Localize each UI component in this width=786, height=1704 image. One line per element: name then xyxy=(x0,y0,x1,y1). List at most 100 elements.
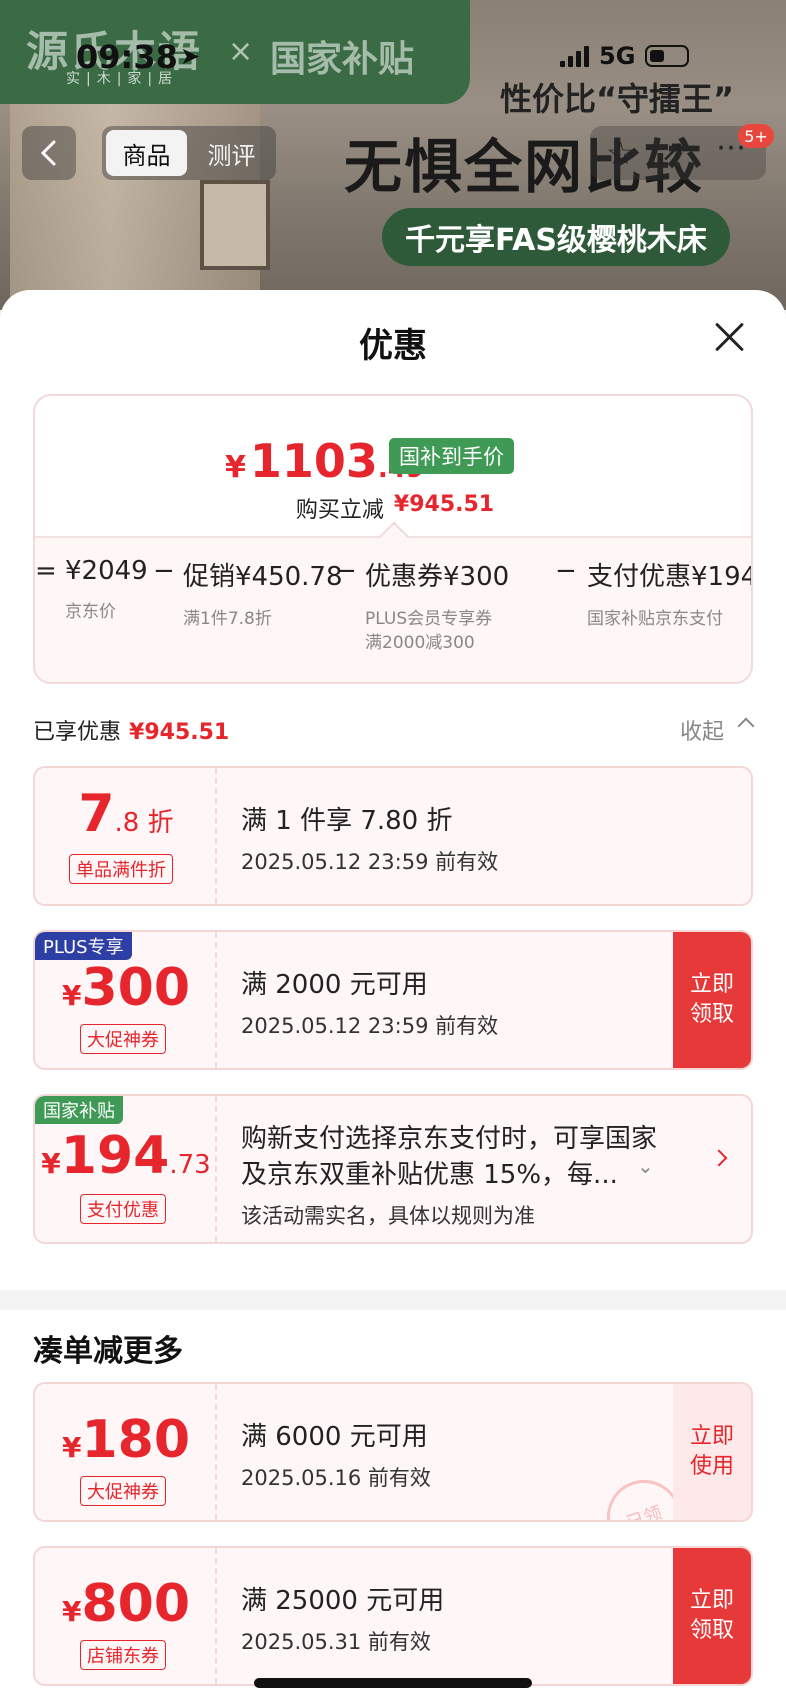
use-button-line: 使用 xyxy=(689,1454,734,1479)
final-price-integer: 1103 xyxy=(249,434,378,488)
save-label: 购买立减 xyxy=(295,498,384,523)
save-amount: ¥945.51 xyxy=(393,492,495,517)
more-discount-title: 凑单减更多 xyxy=(33,1334,183,1369)
location-arrow-icon: ➤ xyxy=(180,42,201,70)
coupon-amount-small: .8 折 xyxy=(114,808,174,838)
coupon-amount: ¥180 xyxy=(35,1410,217,1470)
coupon-validity: 2025.05.12 23:59 前有效 xyxy=(241,1014,499,1038)
breakdown-main: ¥2049 xyxy=(65,556,148,586)
status-indicators: 5G xyxy=(560,42,690,70)
coupon-validity: 2025.05.16 前有效 xyxy=(241,1466,431,1490)
coupon-condition-line-1: 购新支付选择京东支付时，可享国家 xyxy=(241,1124,658,1154)
breakdown-sub-line: 满2000减300 xyxy=(365,633,475,653)
breakdown-item-jd-price: ¥2049 京东价 xyxy=(65,556,148,624)
status-time: 09:38 xyxy=(76,38,178,76)
coupon-amount: ¥300 xyxy=(35,958,217,1018)
coupon-amount: ¥194.73 xyxy=(35,1126,217,1186)
coupon-amount-big: 300 xyxy=(81,958,191,1018)
section-divider xyxy=(0,1290,786,1310)
breakdown-operator: − xyxy=(555,556,577,586)
claim-button-line: 立即 xyxy=(689,1588,734,1613)
chevron-right-icon[interactable] xyxy=(710,1149,728,1167)
breakdown-main: 促销¥450.78 xyxy=(183,562,343,592)
final-price-tag: 国补到手价 xyxy=(389,438,514,474)
close-icon[interactable] xyxy=(712,320,746,354)
tab-product[interactable]: 商品 xyxy=(106,130,187,176)
coupon-condition: 满 1 件享 7.80 折 xyxy=(241,806,453,836)
coupon-rule-note: 该活动需实名，具体以规则为准 xyxy=(241,1204,535,1228)
network-type: 5G xyxy=(599,42,636,70)
coupon-corner-tag: 国家补贴 xyxy=(35,1096,123,1124)
breakdown-item-coupon: 优惠券¥300 PLUS会员专享券 满2000减300 xyxy=(365,556,509,655)
claim-button-line: 领取 xyxy=(689,1618,734,1643)
collapse-button[interactable]: 收起 xyxy=(680,714,724,746)
chevron-down-icon[interactable]: ⌄ xyxy=(637,1154,654,1178)
coupon-currency: ¥ xyxy=(61,979,82,1012)
price-summary-card: ¥ 1103 .49 国补到手价 购买立减 ¥945.51 = ¥2049 京东… xyxy=(33,394,753,684)
coupon-discount[interactable]: 7.8 折 单品满件折 满 1 件享 7.80 折 2025.05.12 23:… xyxy=(33,766,753,906)
tab-review[interactable]: 测评 xyxy=(191,130,272,176)
coupon-amount-big: 7 xyxy=(78,784,115,844)
coupon-amount-big: 800 xyxy=(81,1574,191,1634)
coupon-more-800[interactable]: ¥800 店铺东券 满 25000 元可用 2025.05.31 前有效 立即领… xyxy=(33,1546,753,1686)
breakdown-sub: 京东价 xyxy=(65,602,116,622)
use-button[interactable]: 立即 使用 xyxy=(673,1384,751,1520)
coupon-amount: 7.8 折 xyxy=(35,784,217,844)
coupon-validity: 2025.05.12 23:59 前有效 xyxy=(241,850,499,874)
breakdown-sub: PLUS会员专享券 满2000减300 xyxy=(365,607,509,655)
coupon-condition: 满 6000 元可用 xyxy=(241,1422,428,1452)
breakdown-operator: − xyxy=(153,556,175,586)
breakdown-item-payment: 支付优惠¥194. 国家补贴京东支付 xyxy=(587,556,753,631)
coupon-condition: 满 2000 元可用 xyxy=(241,970,428,1000)
final-price-currency: ¥ xyxy=(225,450,246,485)
brand-subsidy-text: 国家补贴 xyxy=(270,39,415,80)
coupon-type-tag: 大促神券 xyxy=(80,1024,166,1054)
breakdown-sub-line: PLUS会员专享券 xyxy=(365,609,493,629)
chevron-up-icon[interactable] xyxy=(737,717,755,735)
brand-cross: × xyxy=(228,34,254,69)
breakdown-main: 支付优惠¥194. xyxy=(587,562,753,592)
claim-button-line: 立即 xyxy=(689,972,734,997)
slogan-pill: 千元享FAS级樱桃木床 xyxy=(382,208,730,266)
coupon-amount-small: .73 xyxy=(169,1150,211,1180)
breakdown-sub: 国家补贴京东支付 xyxy=(587,609,723,629)
favorite-star-icon[interactable]: ☆ xyxy=(606,134,635,172)
coupon-condition-line-2: 及京东双重补贴优惠 15%，每... xyxy=(241,1160,618,1190)
coupon-type-tag: 大促神券 xyxy=(80,1476,166,1506)
coupon-currency: ¥ xyxy=(41,1147,61,1180)
coupon-type-tag: 单品满件折 xyxy=(69,854,173,884)
claim-button-line: 领取 xyxy=(689,1002,734,1027)
coupon-amount-big: 194 xyxy=(60,1126,170,1186)
brand-banner: 源氏木语 实|木|家|居 × 国家补贴 xyxy=(0,0,470,104)
product-page-background: 源氏木语 实|木|家|居 × 国家补贴 09:38 ➤ 5G 性价比“守擂王” … xyxy=(0,0,786,310)
page-tabs: 商品 测评 xyxy=(102,126,276,180)
breakdown-item-promotion: 促销¥450.78 满1件7.8折 xyxy=(183,556,343,631)
claim-button[interactable]: 立即 领取 xyxy=(673,1548,751,1684)
chevron-left-icon xyxy=(40,140,56,166)
back-button[interactable] xyxy=(22,126,76,180)
breakdown-main: 优惠券¥300 xyxy=(365,562,510,592)
breakdown-operator: − xyxy=(335,556,357,586)
claim-button[interactable]: 立即 领取 xyxy=(673,932,751,1068)
coupon-currency: ¥ xyxy=(61,1431,82,1464)
breakdown-operator: = xyxy=(35,556,57,586)
enjoyed-discount: 已享优惠 ¥945.51 xyxy=(33,714,229,746)
coupon-amount: ¥800 xyxy=(35,1574,217,1634)
use-button-line: 立即 xyxy=(689,1424,734,1449)
home-indicator[interactable] xyxy=(254,1678,532,1688)
promotion-sheet: 优惠 ¥ 1103 .49 国补到手价 购买立减 ¥945.51 = ¥2049… xyxy=(0,290,786,1704)
save-line: 购买立减 ¥945.51 xyxy=(35,492,751,524)
enjoyed-label: 已享优惠 xyxy=(33,720,122,745)
sheet-title: 优惠 xyxy=(359,326,427,366)
background-photo-frame xyxy=(200,180,270,270)
coupon-currency: ¥ xyxy=(61,1595,82,1628)
coupon-subsidy[interactable]: 国家补贴 ¥194.73 支付优惠 购新支付选择京东支付时，可享国家 及京东双重… xyxy=(33,1094,753,1244)
coupon-more-180[interactable]: ¥180 大促神券 满 6000 元可用 2025.05.16 前有效 已领 立… xyxy=(33,1382,753,1522)
enjoyed-amount: ¥945.51 xyxy=(129,720,230,745)
signal-icon xyxy=(560,45,589,67)
coupon-type-tag: 店铺东券 xyxy=(80,1640,166,1670)
coupon-plus[interactable]: PLUS专享 ¥300 大促神券 满 2000 元可用 2025.05.12 2… xyxy=(33,930,753,1070)
share-icon[interactable]: ↗ xyxy=(660,134,685,169)
coupon-corner-tag: PLUS专享 xyxy=(35,932,132,960)
battery-icon xyxy=(645,45,690,67)
